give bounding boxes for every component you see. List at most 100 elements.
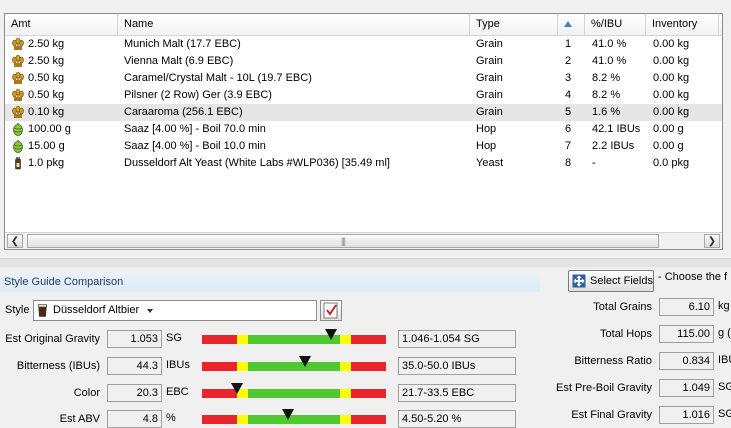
abv-gauge: [202, 409, 386, 424]
amt-cell: 0.50 kg: [28, 72, 65, 84]
stat-label: Total Hops: [600, 328, 652, 340]
scroll-left-icon[interactable]: ❮: [7, 234, 23, 248]
sort-ascending-icon: [564, 21, 572, 27]
table-row[interactable]: 15.00 g Saaz [4.00 %] - Boil 10.0 min Ho…: [5, 138, 722, 155]
grid-header: Amt Name Type %/IBU Inventory: [5, 14, 722, 36]
table-row[interactable]: 2.50 kg Vienna Malt (6.9 EBC) Grain 2 41…: [5, 53, 722, 70]
scroll-right-icon[interactable]: ❯: [704, 234, 720, 248]
horizontal-scrollbar[interactable]: ❮ ||| ❯: [5, 232, 722, 249]
metric-label: Est Original Gravity: [5, 333, 100, 345]
col-header-inventory[interactable]: Inventory: [646, 14, 719, 35]
col-header-name[interactable]: Name: [118, 14, 470, 35]
inventory-cell: 0.00 kg: [653, 55, 690, 67]
select-fields-label: Select Fields: [590, 275, 653, 287]
metric-unit: IBUs: [166, 359, 190, 371]
metric-range: 4.50-5.20 %: [398, 410, 516, 428]
type-cell: Hop: [476, 123, 497, 135]
stat-label: Est Final Gravity: [571, 409, 652, 421]
hop-icon: [13, 123, 23, 136]
inventory-cell: 0.00 g: [653, 140, 684, 152]
grain-icon: [12, 71, 24, 84]
table-row[interactable]: 0.50 kg Pilsner (2 Row) Ger (3.9 EBC) Gr…: [5, 87, 722, 104]
col-header-order[interactable]: [558, 14, 585, 35]
ibu-gauge: [202, 356, 386, 371]
metric-range: 35.0-50.0 IBUs: [398, 357, 516, 375]
chevron-down-icon: [147, 309, 153, 313]
name-cell: Saaz [4.00 %] - Boil 70.0 min: [124, 123, 266, 135]
metric-unit: SG: [166, 332, 182, 344]
col-header-type[interactable]: Type: [470, 14, 558, 35]
inventory-cell: 0.00 kg: [653, 72, 690, 84]
gauge-segment: [340, 389, 351, 398]
type-cell: Grain: [476, 38, 503, 50]
stat-unit: IBU: [718, 354, 731, 366]
name-cell: Munich Malt (17.7 EBC): [124, 38, 241, 50]
table-row[interactable]: 1.0 pkg Dusseldorf Alt Yeast (White Labs…: [5, 155, 722, 172]
col-header-amt[interactable]: Amt: [5, 14, 118, 35]
name-cell: Dusseldorf Alt Yeast (White Labs #WLP036…: [124, 157, 390, 169]
pane-splitter[interactable]: [0, 258, 731, 267]
metric-value: 20.3: [107, 384, 162, 402]
grid-rows: 2.50 kg Munich Malt (17.7 EBC) Grain 1 4…: [5, 36, 722, 172]
grain-icon: [12, 54, 24, 67]
pct-cell: 41.0 %: [592, 55, 627, 67]
stat-unit: SG: [718, 408, 731, 420]
metric-value: 44.3: [107, 357, 162, 375]
scroll-thumb[interactable]: |||: [27, 234, 659, 248]
name-cell: Saaz [4.00 %] - Boil 10.0 min: [124, 140, 266, 152]
select-fields-button[interactable]: Select Fields: [568, 270, 654, 292]
amt-cell: 1.0 pkg: [28, 157, 65, 169]
gauge-segment: [248, 389, 340, 398]
metric-unit: EBC: [166, 386, 189, 398]
table-row-selected[interactable]: 0.10 kg Caraaroma (256.1 EBC) Grain 5 1.…: [5, 104, 722, 121]
amt-cell: 0.10 kg: [28, 106, 65, 118]
metric-label: Bitterness (IBUs): [16, 360, 100, 372]
order-cell: 8: [565, 157, 572, 169]
choose-fields-text: - Choose the f: [658, 271, 728, 283]
col-header-pct-ibu[interactable]: %/IBU: [585, 14, 646, 35]
stat-unit: SG: [718, 381, 731, 393]
stat-value: 1.016: [659, 406, 714, 424]
pct-cell: 42.1 IBUs: [592, 123, 641, 135]
metric-range: 1.046-1.054 SG: [398, 330, 516, 348]
gauge-marker-icon: [282, 409, 294, 420]
amt-cell: 2.50 kg: [28, 38, 65, 50]
stat-label: Total Grains: [593, 301, 652, 313]
gauge-segment: [237, 335, 248, 344]
gauge-segment: [340, 335, 351, 344]
gauge-segment: [340, 362, 351, 371]
gauge-segment: [202, 415, 237, 424]
gauge-segment: [248, 415, 340, 424]
metric-value: 1.053: [107, 330, 162, 348]
ingredient-grid[interactable]: Amt Name Type %/IBU Inventory 2.50 kg Mu…: [4, 13, 723, 250]
grain-icon: [12, 88, 24, 101]
table-row[interactable]: 100.00 g Saaz [4.00 %] - Boil 70.0 min H…: [5, 121, 722, 138]
hop-icon: [13, 140, 23, 153]
order-cell: 7: [565, 140, 572, 152]
type-cell: Grain: [476, 89, 503, 101]
metric-unit: %: [166, 412, 176, 424]
gauge-marker-icon: [231, 383, 243, 394]
style-guide-title: Style Guide Comparison: [0, 273, 540, 292]
gauge-segment: [340, 415, 351, 424]
stat-label: Bitterness Ratio: [574, 355, 652, 367]
amt-cell: 100.00 g: [28, 123, 71, 135]
name-cell: Pilsner (2 Row) Ger (3.9 EBC): [124, 89, 272, 101]
stat-value: 0.834: [659, 352, 714, 370]
style-check-button[interactable]: [320, 300, 342, 321]
type-cell: Grain: [476, 55, 503, 67]
style-dropdown[interactable]: Düsseldorf Altbier: [33, 300, 317, 321]
order-cell: 2: [565, 55, 572, 67]
name-cell: Vienna Malt (6.9 EBC): [124, 55, 234, 67]
table-row[interactable]: 0.50 kg Caramel/Crystal Malt - 10L (19.7…: [5, 70, 722, 87]
pct-cell: 41.0 %: [592, 38, 627, 50]
stat-unit: kg: [718, 300, 730, 312]
stat-unit: g (: [718, 327, 731, 339]
grain-icon: [12, 105, 24, 118]
order-cell: 1: [565, 38, 572, 50]
table-row[interactable]: 2.50 kg Munich Malt (17.7 EBC) Grain 1 4…: [5, 36, 722, 53]
gauge-segment: [351, 415, 386, 424]
type-cell: Yeast: [476, 157, 504, 169]
stat-value: 1.049: [659, 379, 714, 397]
yeast-icon: [15, 157, 21, 170]
